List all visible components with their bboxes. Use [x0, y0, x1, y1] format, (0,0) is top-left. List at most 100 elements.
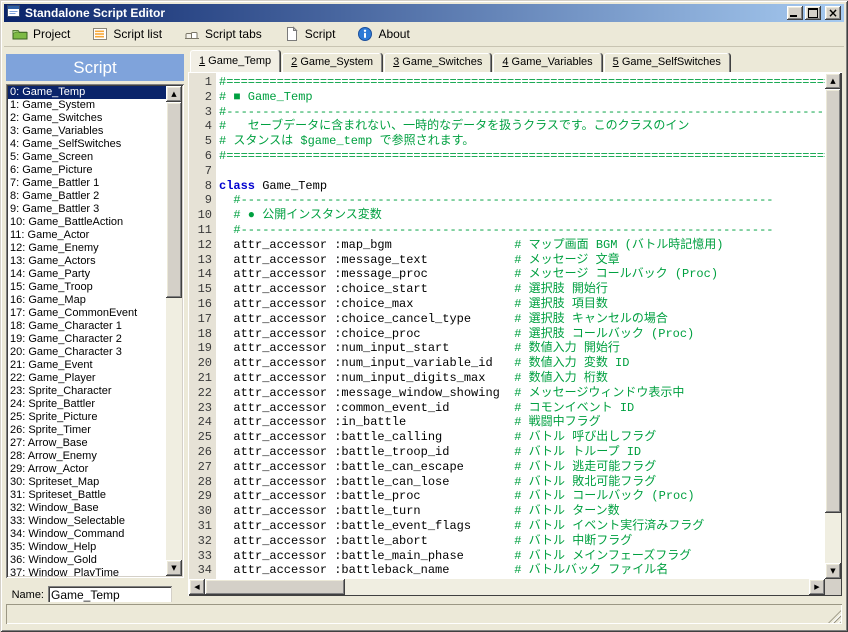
script-tabs-button[interactable]: Script tabs: [180, 23, 266, 45]
script-list-item[interactable]: 1: Game_System: [8, 99, 166, 112]
editor-scroll-up-button[interactable]: ▲: [825, 73, 841, 89]
line-number: 15: [189, 282, 212, 297]
tab-game_selfswitches[interactable]: 5 Game_SelfSwitches: [604, 53, 730, 72]
script-listbox: 0: Game_Temp1: Game_System2: Game_Switch…: [6, 84, 184, 578]
line-number: 3: [189, 105, 212, 120]
script-list-item[interactable]: 12: Game_Enemy: [8, 242, 166, 255]
script-list-item[interactable]: 15: Game_Troop: [8, 281, 166, 294]
script-list-item[interactable]: 23: Sprite_Character: [8, 385, 166, 398]
editor-hscrollbar-thumb[interactable]: [205, 579, 345, 595]
script-list-item[interactable]: 32: Window_Base: [8, 502, 166, 515]
line-number: 21: [189, 371, 212, 386]
editor-vscrollbar[interactable]: ▲ ▼: [825, 73, 841, 579]
minimize-icon: [790, 15, 797, 17]
script-list-item[interactable]: 7: Game_Battler 1: [8, 177, 166, 190]
tab-game_temp[interactable]: 1 Game_Temp: [190, 50, 280, 72]
about-button[interactable]: About: [353, 23, 413, 45]
maximize-button[interactable]: [805, 6, 821, 20]
script-list-item[interactable]: 6: Game_Picture: [8, 164, 166, 177]
tab-game_switches[interactable]: 3 Game_Switches: [384, 53, 491, 72]
code-line: attr_accessor :message_text # メッセージ 文章: [219, 253, 825, 268]
status-bar: [4, 602, 844, 628]
project-button[interactable]: Project: [8, 23, 74, 45]
line-number: 19: [189, 341, 212, 356]
script-list-button[interactable]: Script list: [88, 23, 166, 45]
scrollbar-corner: [825, 579, 841, 595]
script-list-item[interactable]: 25: Sprite_Picture: [8, 411, 166, 424]
close-button[interactable]: ×: [825, 6, 841, 20]
code-line: #---------------------------------------…: [219, 193, 825, 208]
line-number: 1: [189, 75, 212, 90]
editor-scroll-right-button[interactable]: ▶: [809, 579, 825, 595]
code-content: #=======================================…: [216, 75, 825, 578]
script-list-item[interactable]: 8: Game_Battler 2: [8, 190, 166, 203]
list-scrollbar-thumb[interactable]: [166, 102, 182, 298]
script-list-item[interactable]: 16: Game_Map: [8, 294, 166, 307]
line-number: 32: [189, 534, 212, 549]
code-editor[interactable]: 1234567891011121314151617181920212223242…: [189, 73, 825, 579]
script-list-item[interactable]: 29: Arrow_Actor: [8, 463, 166, 476]
script-list-item[interactable]: 3: Game_Variables: [8, 125, 166, 138]
code-line: # ■ Game_Temp: [219, 90, 825, 105]
window-title: Standalone Script Editor: [25, 6, 165, 20]
script-list-item[interactable]: 31: Spriteset_Battle: [8, 489, 166, 502]
line-number: 7: [189, 164, 212, 179]
script-list-item[interactable]: 0: Game_Temp: [8, 86, 166, 99]
code-line: attr_accessor :battleback_name # バトルバック …: [219, 563, 825, 578]
script-list-item[interactable]: 22: Game_Player: [8, 372, 166, 385]
editor-vscrollbar-thumb[interactable]: [825, 89, 841, 513]
script-page-icon: [284, 26, 300, 42]
list-scroll-down-button[interactable]: ▼: [166, 560, 182, 576]
script-list-item[interactable]: 26: Sprite_Timer: [8, 424, 166, 437]
line-number: 6: [189, 149, 212, 164]
script-list-item[interactable]: 19: Game_Character 2: [8, 333, 166, 346]
script-list-item[interactable]: 36: Window_Gold: [8, 554, 166, 567]
script-list-item[interactable]: 5: Game_Screen: [8, 151, 166, 164]
script-list-item[interactable]: 27: Arrow_Base: [8, 437, 166, 450]
script-list-item[interactable]: 9: Game_Battler 3: [8, 203, 166, 216]
script-list-item[interactable]: 11: Game_Actor: [8, 229, 166, 242]
script-list-item[interactable]: 18: Game_Character 1: [8, 320, 166, 333]
editor-hscrollbar[interactable]: ◀ ▶: [189, 579, 825, 595]
code-line: # ● 公開インスタンス変数: [219, 208, 825, 223]
list-scroll-up-button[interactable]: ▲: [166, 86, 182, 102]
tab-game_variables[interactable]: 4 Game_Variables: [493, 53, 601, 72]
script-list-item[interactable]: 10: Game_BattleAction: [8, 216, 166, 229]
script-list-item[interactable]: 13: Game_Actors: [8, 255, 166, 268]
script-list-item[interactable]: 30: Spriteset_Map: [8, 476, 166, 489]
script-list-item[interactable]: 34: Window_Command: [8, 528, 166, 541]
script-list-item[interactable]: 37: Window_PlayTime: [8, 567, 166, 576]
script-list-item[interactable]: 24: Sprite_Battler: [8, 398, 166, 411]
script-list-item[interactable]: 33: Window_Selectable: [8, 515, 166, 528]
script-list-item[interactable]: 2: Game_Switches: [8, 112, 166, 125]
line-number: 14: [189, 267, 212, 282]
script-list[interactable]: 0: Game_Temp1: Game_System2: Game_Switch…: [8, 86, 166, 576]
script-list-item[interactable]: 17: Game_CommonEvent: [8, 307, 166, 320]
line-number: 27: [189, 460, 212, 475]
name-label: Name:: [6, 589, 48, 601]
minimize-button[interactable]: [787, 6, 803, 20]
script-list-item[interactable]: 14: Game_Party: [8, 268, 166, 281]
code-line: attr_accessor :choice_cancel_type # 選択肢 …: [219, 312, 825, 327]
script-list-item[interactable]: 4: Game_SelfSwitches: [8, 138, 166, 151]
code-line: [219, 164, 825, 179]
script-list-item[interactable]: 20: Game_Character 3: [8, 346, 166, 359]
about-info-icon: [357, 26, 373, 42]
line-number: 4: [189, 119, 212, 134]
script-button[interactable]: Script: [280, 23, 340, 45]
down-arrow-icon: ▼: [830, 567, 835, 575]
window-controls: ×: [787, 6, 844, 20]
script-list-item[interactable]: 21: Game_Event: [8, 359, 166, 372]
editor-scroll-left-button[interactable]: ◀: [189, 579, 205, 595]
list-scrollbar[interactable]: ▲ ▼: [166, 86, 182, 576]
script-list-button-label: Script list: [113, 27, 162, 41]
code-line: # セーブデータに含まれない、一時的なデータを扱うクラスです。このクラスのイン: [219, 119, 825, 134]
line-number: 29: [189, 489, 212, 504]
script-list-item[interactable]: 28: Arrow_Enemy: [8, 450, 166, 463]
code-line: class Game_Temp: [219, 179, 825, 194]
left-arrow-icon: ◀: [194, 583, 199, 591]
script-list-item[interactable]: 35: Window_Help: [8, 541, 166, 554]
code-line: attr_accessor :choice_max # 選択肢 項目数: [219, 297, 825, 312]
tab-game_system[interactable]: 2 Game_System: [282, 53, 382, 72]
editor-scroll-down-button[interactable]: ▼: [825, 563, 841, 579]
